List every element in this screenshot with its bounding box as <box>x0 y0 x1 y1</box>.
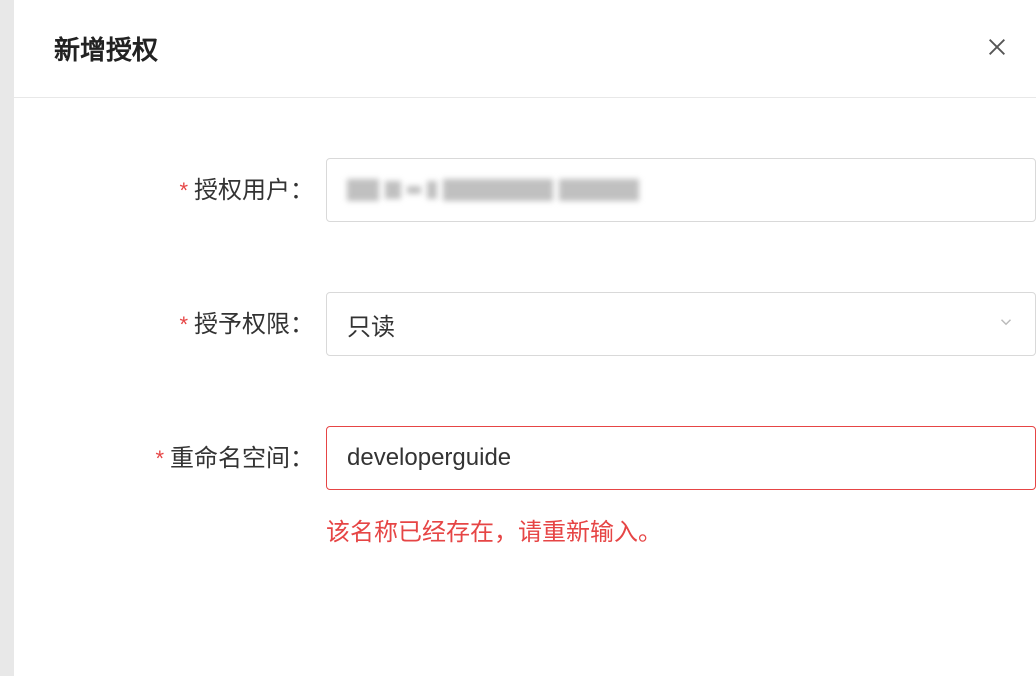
dialog-body: *授权用户： *授予权限： <box>14 98 1036 547</box>
permission-value: 只读 <box>347 307 395 342</box>
dialog-header: 新增授权 <box>14 0 1036 98</box>
close-icon[interactable] <box>986 35 1006 63</box>
form-row-permission: *授予权限： 只读 <box>14 292 1036 356</box>
user-label: *授权用户： <box>114 158 314 205</box>
permission-select[interactable]: 只读 <box>326 292 1036 356</box>
required-asterisk: * <box>179 312 188 337</box>
chevron-down-icon <box>997 313 1015 336</box>
form-row-user: *授权用户： <box>14 158 1036 222</box>
namespace-error-message: 该名称已经存在，请重新输入。 <box>326 512 1036 547</box>
form-row-namespace: *重命名空间： 该名称已经存在，请重新输入。 <box>14 426 1036 547</box>
required-asterisk: * <box>179 178 188 203</box>
user-input[interactable] <box>326 158 1036 222</box>
namespace-input-wrap: 该名称已经存在，请重新输入。 <box>326 426 1036 547</box>
permission-label: *授予权限： <box>114 292 314 339</box>
add-authorization-dialog: 新增授权 *授权用户： <box>14 0 1036 676</box>
user-input-wrap <box>326 158 1036 222</box>
dialog-backdrop <box>0 0 14 676</box>
namespace-input[interactable] <box>326 426 1036 490</box>
dialog-title: 新增授权 <box>54 30 158 67</box>
required-asterisk: * <box>155 446 164 471</box>
permission-select-wrap: 只读 <box>326 292 1036 356</box>
redacted-user-value <box>347 159 639 221</box>
namespace-label: *重命名空间： <box>114 426 314 473</box>
